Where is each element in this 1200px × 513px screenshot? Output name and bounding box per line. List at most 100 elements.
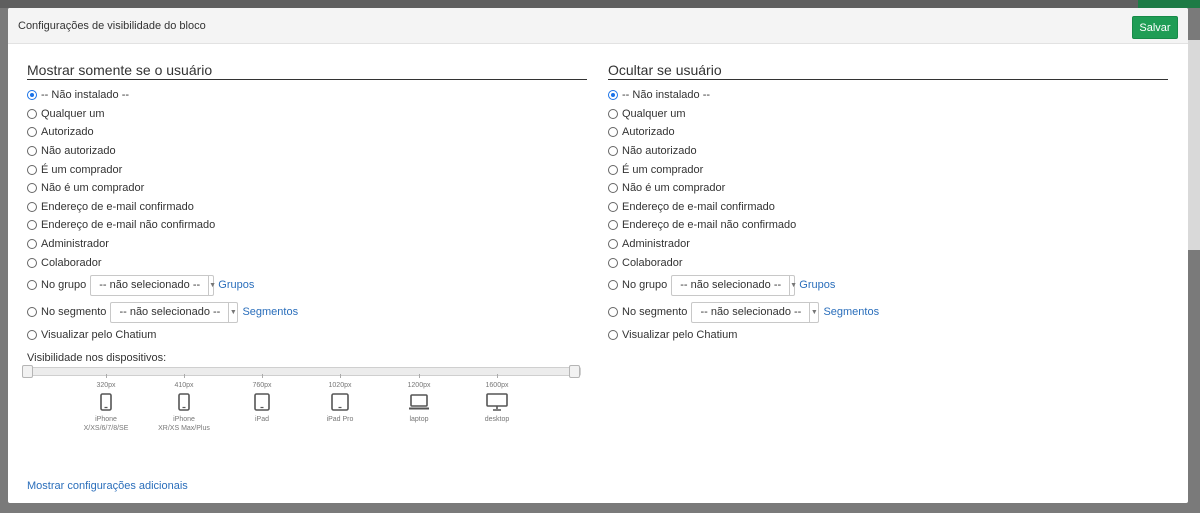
segments-link[interactable]: Segmentos — [823, 306, 879, 318]
radio-button[interactable] — [27, 280, 37, 291]
radio-option[interactable]: É um comprador — [27, 160, 587, 179]
radio-option[interactable]: Endereço de e-mail confirmado — [27, 198, 587, 217]
radio-option[interactable]: Endereço de e-mail confirmado — [608, 198, 1168, 217]
chevron-down-icon[interactable]: ▼ — [809, 302, 818, 322]
radio-option[interactable]: Visualizar pelo Chatium — [608, 326, 1168, 345]
radio-label: Administrador — [622, 238, 690, 251]
radio-option[interactable]: Colaborador — [608, 253, 1168, 272]
radio-option-segment[interactable]: No segmento -- não selecionado -- ▼ Segm… — [27, 299, 587, 326]
radio-button[interactable] — [608, 164, 618, 175]
backdrop-bar — [0, 0, 1200, 8]
radio-option[interactable]: Não é um comprador — [27, 179, 587, 198]
radio-option[interactable]: Colaborador — [27, 253, 587, 272]
radio-option-segment[interactable]: No segmento -- não selecionado -- ▼ Segm… — [608, 299, 1168, 326]
device-name: laptop — [409, 416, 429, 423]
radio-option[interactable]: Qualquer um — [608, 105, 1168, 124]
radio-button[interactable] — [27, 307, 37, 318]
radio-button-checked[interactable] — [27, 90, 37, 101]
radio-label: É um comprador — [41, 163, 123, 176]
radio-option-group[interactable]: No grupo -- não selecionado -- ▼ Grupos — [27, 272, 587, 299]
radio-label: É um comprador — [622, 163, 704, 176]
radio-label: Qualquer um — [41, 107, 105, 120]
radio-button[interactable] — [608, 280, 618, 291]
slider-tick — [105, 374, 107, 378]
radio-button[interactable] — [608, 239, 618, 250]
group-select-value: -- não selecionado -- — [680, 279, 782, 292]
radio-option[interactable]: Administrador — [608, 235, 1168, 254]
radio-button[interactable] — [27, 127, 37, 138]
radio-label: No segmento — [41, 306, 107, 319]
radio-option[interactable]: Visualizar pelo Chatium — [27, 326, 587, 345]
radio-button[interactable] — [27, 146, 37, 157]
modal-title: Configurações de visibilidade do bloco — [18, 20, 206, 32]
phone-icon — [144, 393, 224, 415]
show-more-settings-link[interactable]: Mostrar configurações adicionais — [27, 480, 188, 492]
radio-button-checked[interactable] — [608, 90, 618, 101]
radio-button[interactable] — [608, 108, 618, 119]
radio-button[interactable] — [608, 220, 618, 231]
segment-select[interactable]: -- não selecionado -- ▼ — [110, 301, 239, 323]
radio-label: -- Não instalado -- — [622, 89, 711, 102]
groups-link[interactable]: Grupos — [218, 279, 254, 291]
radio-option[interactable]: Endereço de e-mail não confirmado — [608, 216, 1168, 235]
backdrop-button — [1138, 0, 1200, 8]
radio-button[interactable] — [608, 201, 618, 212]
radio-button[interactable] — [608, 330, 618, 341]
device-width: 760px — [252, 382, 272, 389]
radio-button[interactable] — [608, 146, 618, 157]
radio-label: Não autorizado — [622, 145, 697, 158]
radio-label: Autorizado — [622, 126, 675, 139]
radio-button[interactable] — [608, 183, 618, 194]
radio-button[interactable] — [27, 220, 37, 231]
slider-handle-min[interactable] — [22, 365, 33, 378]
chevron-down-icon[interactable]: ▼ — [789, 275, 797, 295]
radio-button[interactable] — [27, 330, 37, 341]
device-models: XR/XS Max/Plus — [158, 425, 210, 432]
save-button[interactable]: Salvar — [1132, 16, 1178, 39]
device-name: desktop — [484, 416, 510, 423]
segments-link[interactable]: Segmentos — [242, 306, 298, 318]
show-only-if-column: Mostrar somente se o usuário -- Não inst… — [27, 62, 587, 345]
radio-label: -- Não instalado -- — [41, 89, 130, 102]
radio-option[interactable]: Autorizado — [27, 123, 587, 142]
device-desktop: 1600px desktop — [457, 374, 537, 424]
radio-button[interactable] — [608, 127, 618, 138]
radio-label: Não autorizado — [41, 145, 116, 158]
slider-handle-max[interactable] — [569, 365, 580, 378]
radio-label: Endereço de e-mail não confirmado — [622, 219, 797, 232]
radio-option[interactable]: Endereço de e-mail não confirmado — [27, 216, 587, 235]
tablet-icon — [300, 393, 380, 415]
slider-tick — [183, 374, 185, 378]
radio-button[interactable] — [27, 201, 37, 212]
segment-select[interactable]: -- não selecionado -- ▼ — [691, 301, 820, 323]
radio-option[interactable]: Qualquer um — [27, 105, 587, 124]
radio-button[interactable] — [27, 239, 37, 250]
radio-option[interactable]: Não autorizado — [608, 142, 1168, 161]
slider-tick — [418, 374, 420, 378]
radio-button[interactable] — [27, 183, 37, 194]
slider-tick — [496, 374, 498, 378]
radio-option[interactable]: Administrador — [27, 235, 587, 254]
groups-link[interactable]: Grupos — [799, 279, 835, 291]
radio-button[interactable] — [608, 257, 618, 268]
radio-button[interactable] — [27, 108, 37, 119]
backdrop-panel — [1188, 40, 1200, 250]
radio-option[interactable]: É um comprador — [608, 160, 1168, 179]
radio-button[interactable] — [27, 257, 37, 268]
chevron-down-icon[interactable]: ▼ — [208, 275, 216, 295]
radio-option[interactable]: -- Não instalado -- — [27, 86, 587, 105]
radio-label: Colaborador — [41, 256, 102, 269]
slider-tick — [261, 374, 263, 378]
radio-option[interactable]: -- Não instalado -- — [608, 86, 1168, 105]
radio-option-group[interactable]: No grupo -- não selecionado -- ▼ Grupos — [608, 272, 1168, 299]
radio-button[interactable] — [608, 307, 618, 318]
radio-label: Não é um comprador — [622, 182, 726, 195]
radio-option[interactable]: Não é um comprador — [608, 179, 1168, 198]
radio-option[interactable]: Não autorizado — [27, 142, 587, 161]
radio-button[interactable] — [27, 164, 37, 175]
group-select[interactable]: -- não selecionado -- ▼ — [90, 274, 216, 296]
device-visibility-label: Visibilidade nos dispositivos: — [27, 352, 167, 364]
chevron-down-icon[interactable]: ▼ — [228, 302, 237, 322]
radio-option[interactable]: Autorizado — [608, 123, 1168, 142]
group-select[interactable]: -- não selecionado -- ▼ — [671, 274, 797, 296]
